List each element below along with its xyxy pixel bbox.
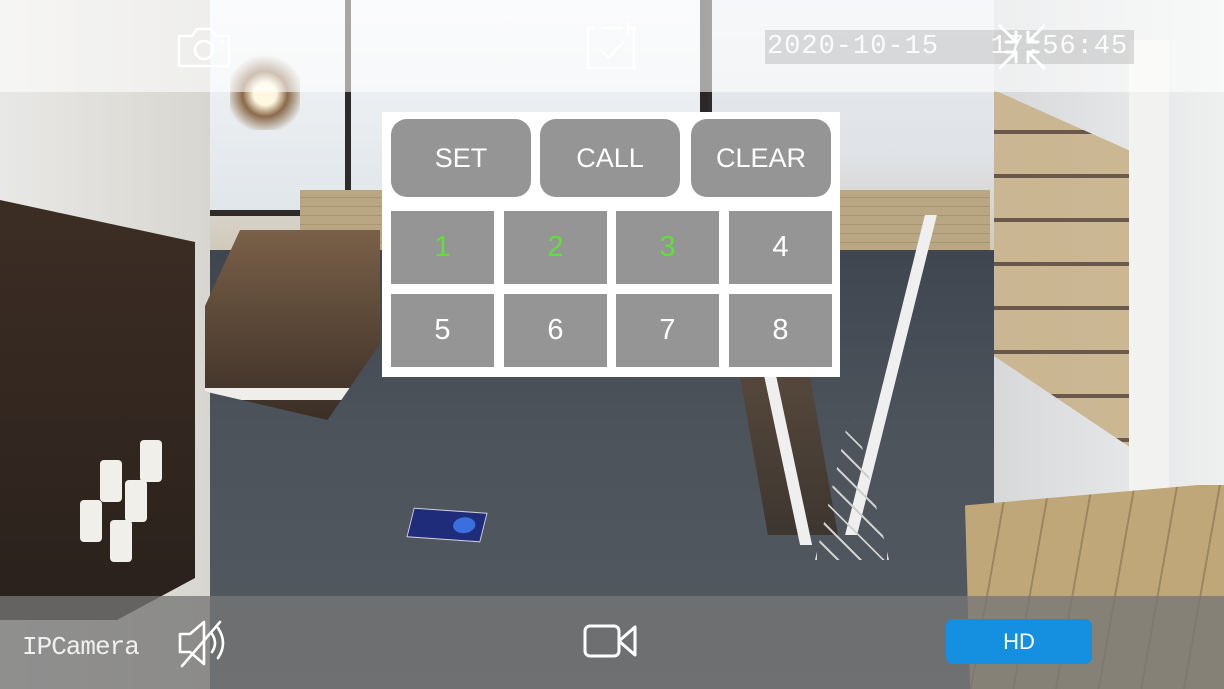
scene-left-shelf xyxy=(0,200,195,620)
mute-toggle-button[interactable] xyxy=(176,616,234,670)
ptz-preset-keypad: SET CALL CLEAR 1 2 3 4 5 6 7 8 xyxy=(382,112,840,377)
scene-floor-sign xyxy=(406,507,488,543)
scene-right-post xyxy=(1129,40,1169,500)
app-brand-label: IPCamera xyxy=(22,632,140,662)
preset-button[interactable]: 2 xyxy=(504,211,607,284)
call-button[interactable]: CALL xyxy=(540,119,680,197)
preset-button[interactable]: 1 xyxy=(391,211,494,284)
preset-button[interactable]: 3 xyxy=(616,211,719,284)
camera-icon xyxy=(177,27,231,68)
timestamp-overlay: 2020-10-15 17:56:45 xyxy=(765,30,1134,64)
video-camera-icon xyxy=(583,624,637,658)
preset-button[interactable]: 6 xyxy=(504,294,607,367)
speaker-muted-icon xyxy=(178,620,225,668)
preset-button[interactable]: 8 xyxy=(729,294,832,367)
preset-button[interactable]: 5 xyxy=(391,294,494,367)
save-check-icon xyxy=(586,22,636,70)
record-video-button[interactable] xyxy=(582,618,640,664)
exit-fullscreen-icon xyxy=(998,24,1046,70)
clear-button[interactable]: CLEAR xyxy=(691,119,831,197)
exit-fullscreen-button[interactable] xyxy=(996,22,1048,72)
set-button[interactable]: SET xyxy=(391,119,531,197)
record-button[interactable] xyxy=(584,20,638,72)
preset-button[interactable]: 7 xyxy=(616,294,719,367)
snapshot-button[interactable] xyxy=(176,24,232,70)
video-quality-button[interactable]: HD xyxy=(946,619,1092,664)
preset-button[interactable]: 4 xyxy=(729,211,832,284)
